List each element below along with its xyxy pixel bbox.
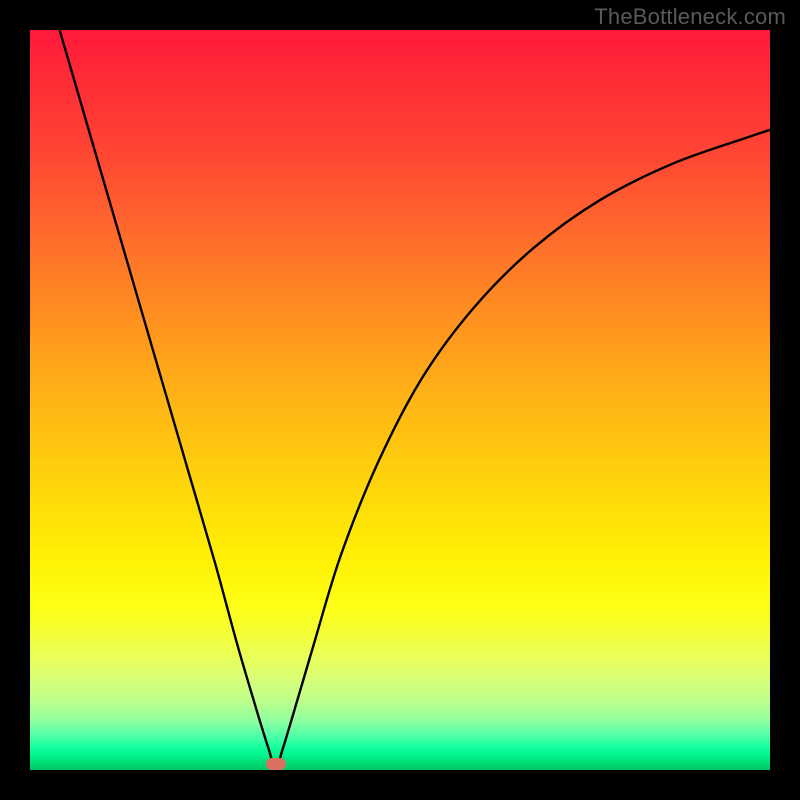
chart-plot-area xyxy=(30,30,770,770)
watermark-text: TheBottleneck.com xyxy=(594,4,786,30)
bottleneck-marker xyxy=(266,758,286,770)
chart-curve xyxy=(30,30,770,770)
